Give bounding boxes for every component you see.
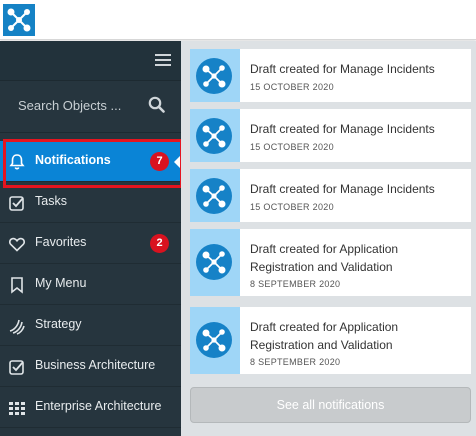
- grid-icon: [8, 399, 26, 417]
- sidebar-item-my-menu[interactable]: My Menu: [0, 264, 181, 305]
- notifications-panel: Draft created for Manage Incidents 15 OC…: [181, 41, 476, 436]
- sidebar-item-label: My Menu: [35, 276, 87, 290]
- notification-title: Draft created for Application Registrati…: [250, 320, 399, 352]
- notification-card[interactable]: Draft created for Manage Incidents 15 OC…: [190, 49, 471, 102]
- sidebar-item-label: Tasks: [35, 194, 67, 208]
- notification-card[interactable]: Draft created for Application Registrati…: [190, 307, 471, 374]
- notification-title: Draft created for Manage Incidents: [250, 122, 435, 136]
- network-icon: [196, 178, 232, 214]
- sidebar-item-label: Business Architecture: [35, 358, 156, 372]
- checkbox-icon: [8, 194, 26, 212]
- notification-date: 8 SEPTEMBER 2020: [250, 357, 341, 367]
- sidebar-item-label: Strategy: [35, 317, 82, 331]
- notification-thumbnail: [190, 229, 240, 296]
- notification-card[interactable]: Draft created for Manage Incidents 15 OC…: [190, 169, 471, 222]
- notification-title: Draft created for Application Registrati…: [250, 242, 399, 274]
- heart-icon: [8, 235, 26, 253]
- notification-date: 15 OCTOBER 2020: [250, 82, 334, 92]
- top-bar: [0, 0, 476, 40]
- notifications-highlight-frame: [3, 139, 183, 188]
- sidebar-header: [0, 41, 181, 81]
- hamburger-icon[interactable]: [155, 54, 171, 68]
- network-icon: [196, 118, 232, 154]
- notification-title: Draft created for Manage Incidents: [250, 182, 435, 196]
- sidebar-item-favorites[interactable]: Favorites 2: [0, 223, 181, 264]
- notification-title: Draft created for Manage Incidents: [250, 62, 435, 76]
- sidebar: Search Objects ... Notifications 7 Tasks…: [0, 41, 181, 436]
- search-input[interactable]: Search Objects ...: [18, 98, 121, 113]
- see-all-notifications-button[interactable]: See all notifications: [190, 387, 471, 423]
- notification-date: 15 OCTOBER 2020: [250, 142, 334, 152]
- notification-thumbnail: [190, 307, 240, 374]
- notification-thumbnail: [190, 169, 240, 222]
- sidebar-item-enterprise-architecture[interactable]: Enterprise Architecture: [0, 387, 181, 428]
- network-logo-icon[interactable]: [3, 4, 35, 36]
- checkbox-icon: [8, 358, 26, 376]
- search-box[interactable]: Search Objects ...: [0, 82, 181, 133]
- notification-date: 15 OCTOBER 2020: [250, 202, 334, 212]
- sidebar-item-strategy[interactable]: Strategy: [0, 305, 181, 346]
- notification-date: 8 SEPTEMBER 2020: [250, 279, 341, 289]
- notification-card[interactable]: Draft created for Manage Incidents 15 OC…: [190, 109, 471, 162]
- bookmark-icon: [8, 276, 26, 294]
- notification-card[interactable]: Draft created for Application Registrati…: [190, 229, 471, 296]
- sidebar-item-business-architecture[interactable]: Business Architecture: [0, 346, 181, 387]
- sidebar-item-tasks[interactable]: Tasks: [0, 182, 181, 223]
- strategy-icon: [8, 317, 26, 335]
- network-icon: [196, 58, 232, 94]
- sidebar-item-label: Favorites: [35, 235, 87, 249]
- favorites-count-badge: 2: [150, 234, 169, 253]
- notification-thumbnail: [190, 109, 240, 162]
- sidebar-item-label: Enterprise Architecture: [35, 399, 162, 413]
- notification-thumbnail: [190, 49, 240, 102]
- search-icon[interactable]: [148, 96, 165, 118]
- network-icon: [196, 244, 232, 280]
- network-icon: [196, 322, 232, 358]
